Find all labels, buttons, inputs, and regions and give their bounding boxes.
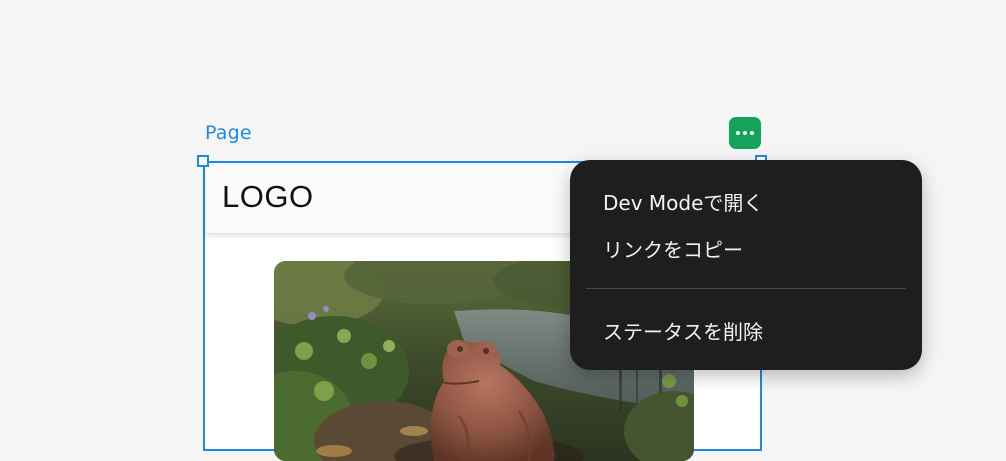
more-dots-icon — [736, 131, 754, 135]
menu-divider — [586, 288, 906, 289]
frame-name-label[interactable]: Page — [205, 122, 252, 144]
menu-item-remove-status[interactable]: ステータスを削除 — [603, 316, 763, 345]
menu-item-copy-link[interactable]: リンクをコピー — [603, 234, 743, 263]
context-menu: Dev Modeで開く リンクをコピー ステータスを削除 — [570, 160, 922, 370]
resize-handle-top-left[interactable] — [197, 155, 209, 167]
design-canvas[interactable]: Page LOGO Dev Modeで開く リンクをコピー ステータスを削除 — [0, 0, 1006, 461]
frame-status-button[interactable] — [729, 117, 761, 149]
menu-item-open-dev-mode[interactable]: Dev Modeで開く — [603, 187, 763, 216]
logo-text: LOGO — [222, 179, 314, 214]
